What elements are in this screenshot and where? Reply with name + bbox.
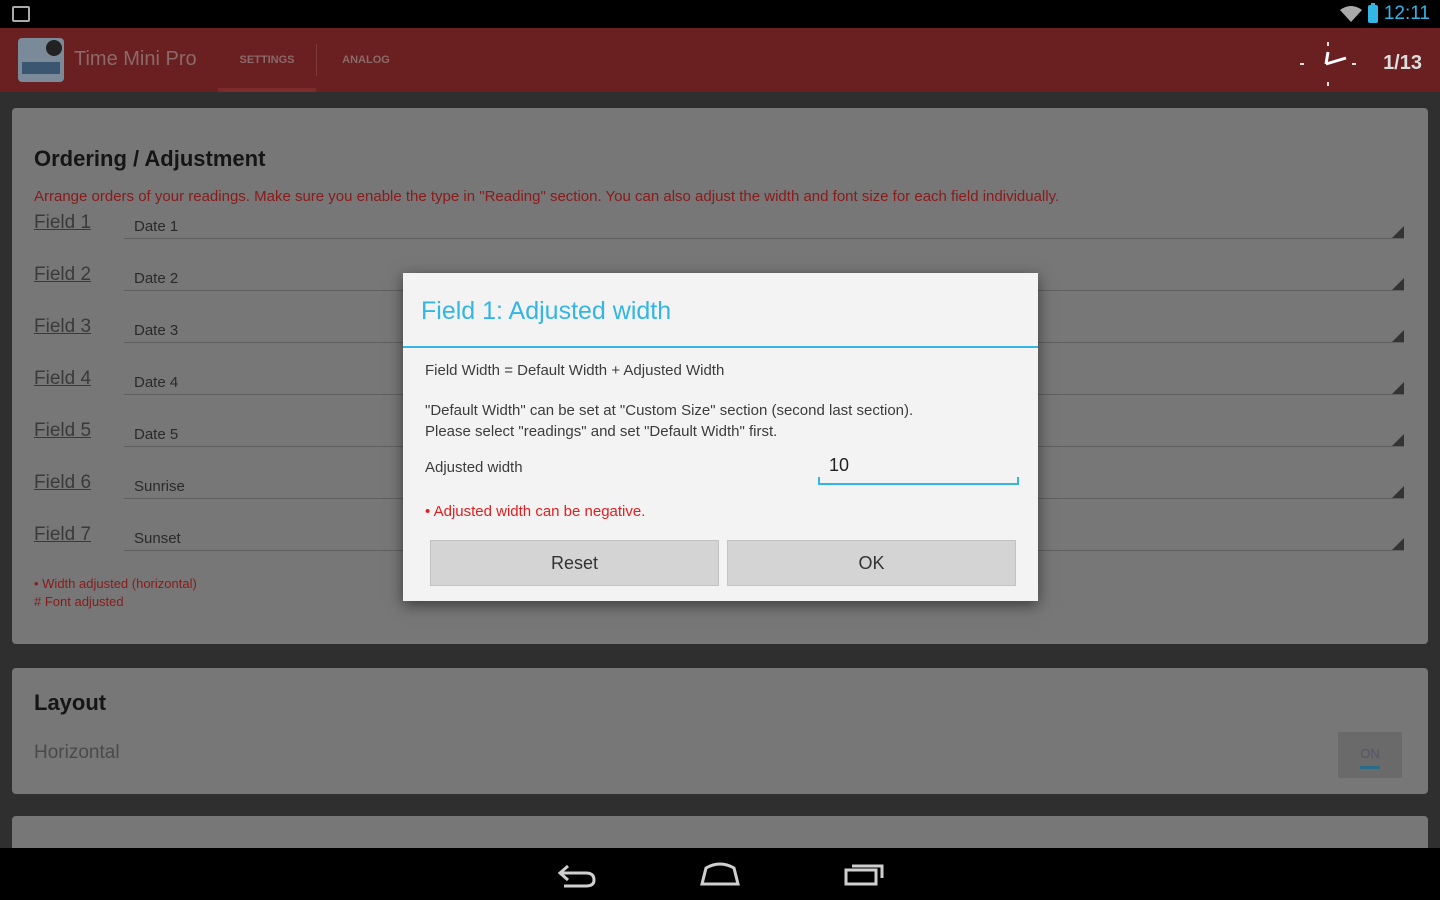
tab-analog[interactable]: ANALOG (318, 28, 414, 92)
adjusted-width-input[interactable] (819, 447, 1019, 485)
legend-width-adjusted: • Width adjusted (horizontal) (34, 576, 197, 591)
dropdown-arrow-icon[interactable] (1392, 330, 1404, 342)
field-label[interactable]: Field 6 (34, 472, 91, 494)
field-label[interactable]: Field 3 (34, 316, 91, 338)
field-row-1[interactable]: Field 1 Date 1 (34, 212, 1404, 252)
ok-button[interactable]: OK (727, 540, 1016, 586)
navigation-bar (0, 848, 1440, 900)
app-title: Time Mini Pro (74, 48, 197, 70)
field-value[interactable]: Date 2 (134, 270, 178, 287)
next-section-card (12, 816, 1428, 848)
field-value[interactable]: Date 5 (134, 426, 178, 443)
app-logo-icon[interactable] (18, 38, 64, 82)
recent-apps-icon[interactable] (842, 858, 886, 890)
back-icon[interactable] (554, 858, 598, 890)
layout-card: Layout Horizontal ON (12, 668, 1428, 794)
adjusted-width-label: Adjusted width (425, 459, 523, 476)
legend-font-adjusted: # Font adjusted (34, 594, 124, 609)
field-value[interactable]: Sunrise (134, 478, 185, 495)
action-bar: Time Mini Pro SETTINGS ANALOG 1/13 (0, 28, 1440, 92)
field-value[interactable]: Date 1 (134, 218, 178, 235)
status-indicators: 12:11 (1339, 2, 1430, 26)
dialog-note: • Adjusted width can be negative. (425, 503, 646, 520)
dropdown-arrow-icon[interactable] (1392, 538, 1404, 550)
horizontal-toggle[interactable]: ON (1338, 732, 1402, 778)
field-value[interactable]: Date 4 (134, 374, 178, 391)
layout-title: Layout (34, 690, 107, 715)
tab-divider (316, 44, 317, 76)
field-label[interactable]: Field 7 (34, 524, 91, 546)
dropdown-arrow-icon[interactable] (1392, 486, 1404, 498)
dropdown-arrow-icon[interactable] (1392, 278, 1404, 290)
ordering-description: Arrange orders of your readings. Make su… (34, 188, 1060, 205)
dialog-title-divider (403, 346, 1038, 348)
dropdown-arrow-icon[interactable] (1392, 434, 1404, 446)
toggle-indicator (1360, 766, 1380, 769)
dialog-formula: Field Width = Default Width + Adjusted W… (425, 362, 725, 379)
wifi-icon (1339, 6, 1362, 22)
field-label[interactable]: Field 4 (34, 368, 91, 390)
field-value[interactable]: Sunset (134, 530, 181, 547)
input-corner-right (1017, 477, 1019, 485)
status-bar: 12:11 (0, 0, 1440, 28)
page-counter: 1/13 (1383, 52, 1422, 74)
field-label[interactable]: Field 1 (34, 212, 91, 234)
field-value[interactable]: Date 3 (134, 322, 178, 339)
tab-settings[interactable]: SETTINGS (218, 28, 316, 92)
field-label[interactable]: Field 2 (34, 264, 91, 286)
ordering-title: Ordering / Adjustment (34, 146, 266, 171)
horizontal-label: Horizontal (34, 742, 120, 763)
input-corner-left (818, 477, 820, 485)
battery-icon (1367, 3, 1378, 23)
adjusted-width-dialog: Field 1: Adjusted width Field Width = De… (403, 273, 1038, 601)
dialog-title: Field 1: Adjusted width (421, 297, 672, 325)
clock-icon[interactable] (1300, 38, 1356, 88)
reset-button[interactable]: Reset (430, 540, 719, 586)
status-time: 12:11 (1383, 3, 1430, 24)
field-spinner-line (124, 238, 1404, 239)
dropdown-arrow-icon[interactable] (1392, 382, 1404, 394)
notification-icon (12, 6, 30, 22)
dialog-info-line-1: "Default Width" can be set at "Custom Si… (425, 402, 914, 419)
field-label[interactable]: Field 5 (34, 420, 91, 442)
dropdown-arrow-icon[interactable] (1392, 226, 1404, 238)
home-icon[interactable] (698, 858, 742, 890)
toggle-label: ON (1360, 746, 1380, 761)
dialog-info-line-2: Please select "readings" and set "Defaul… (425, 423, 778, 440)
